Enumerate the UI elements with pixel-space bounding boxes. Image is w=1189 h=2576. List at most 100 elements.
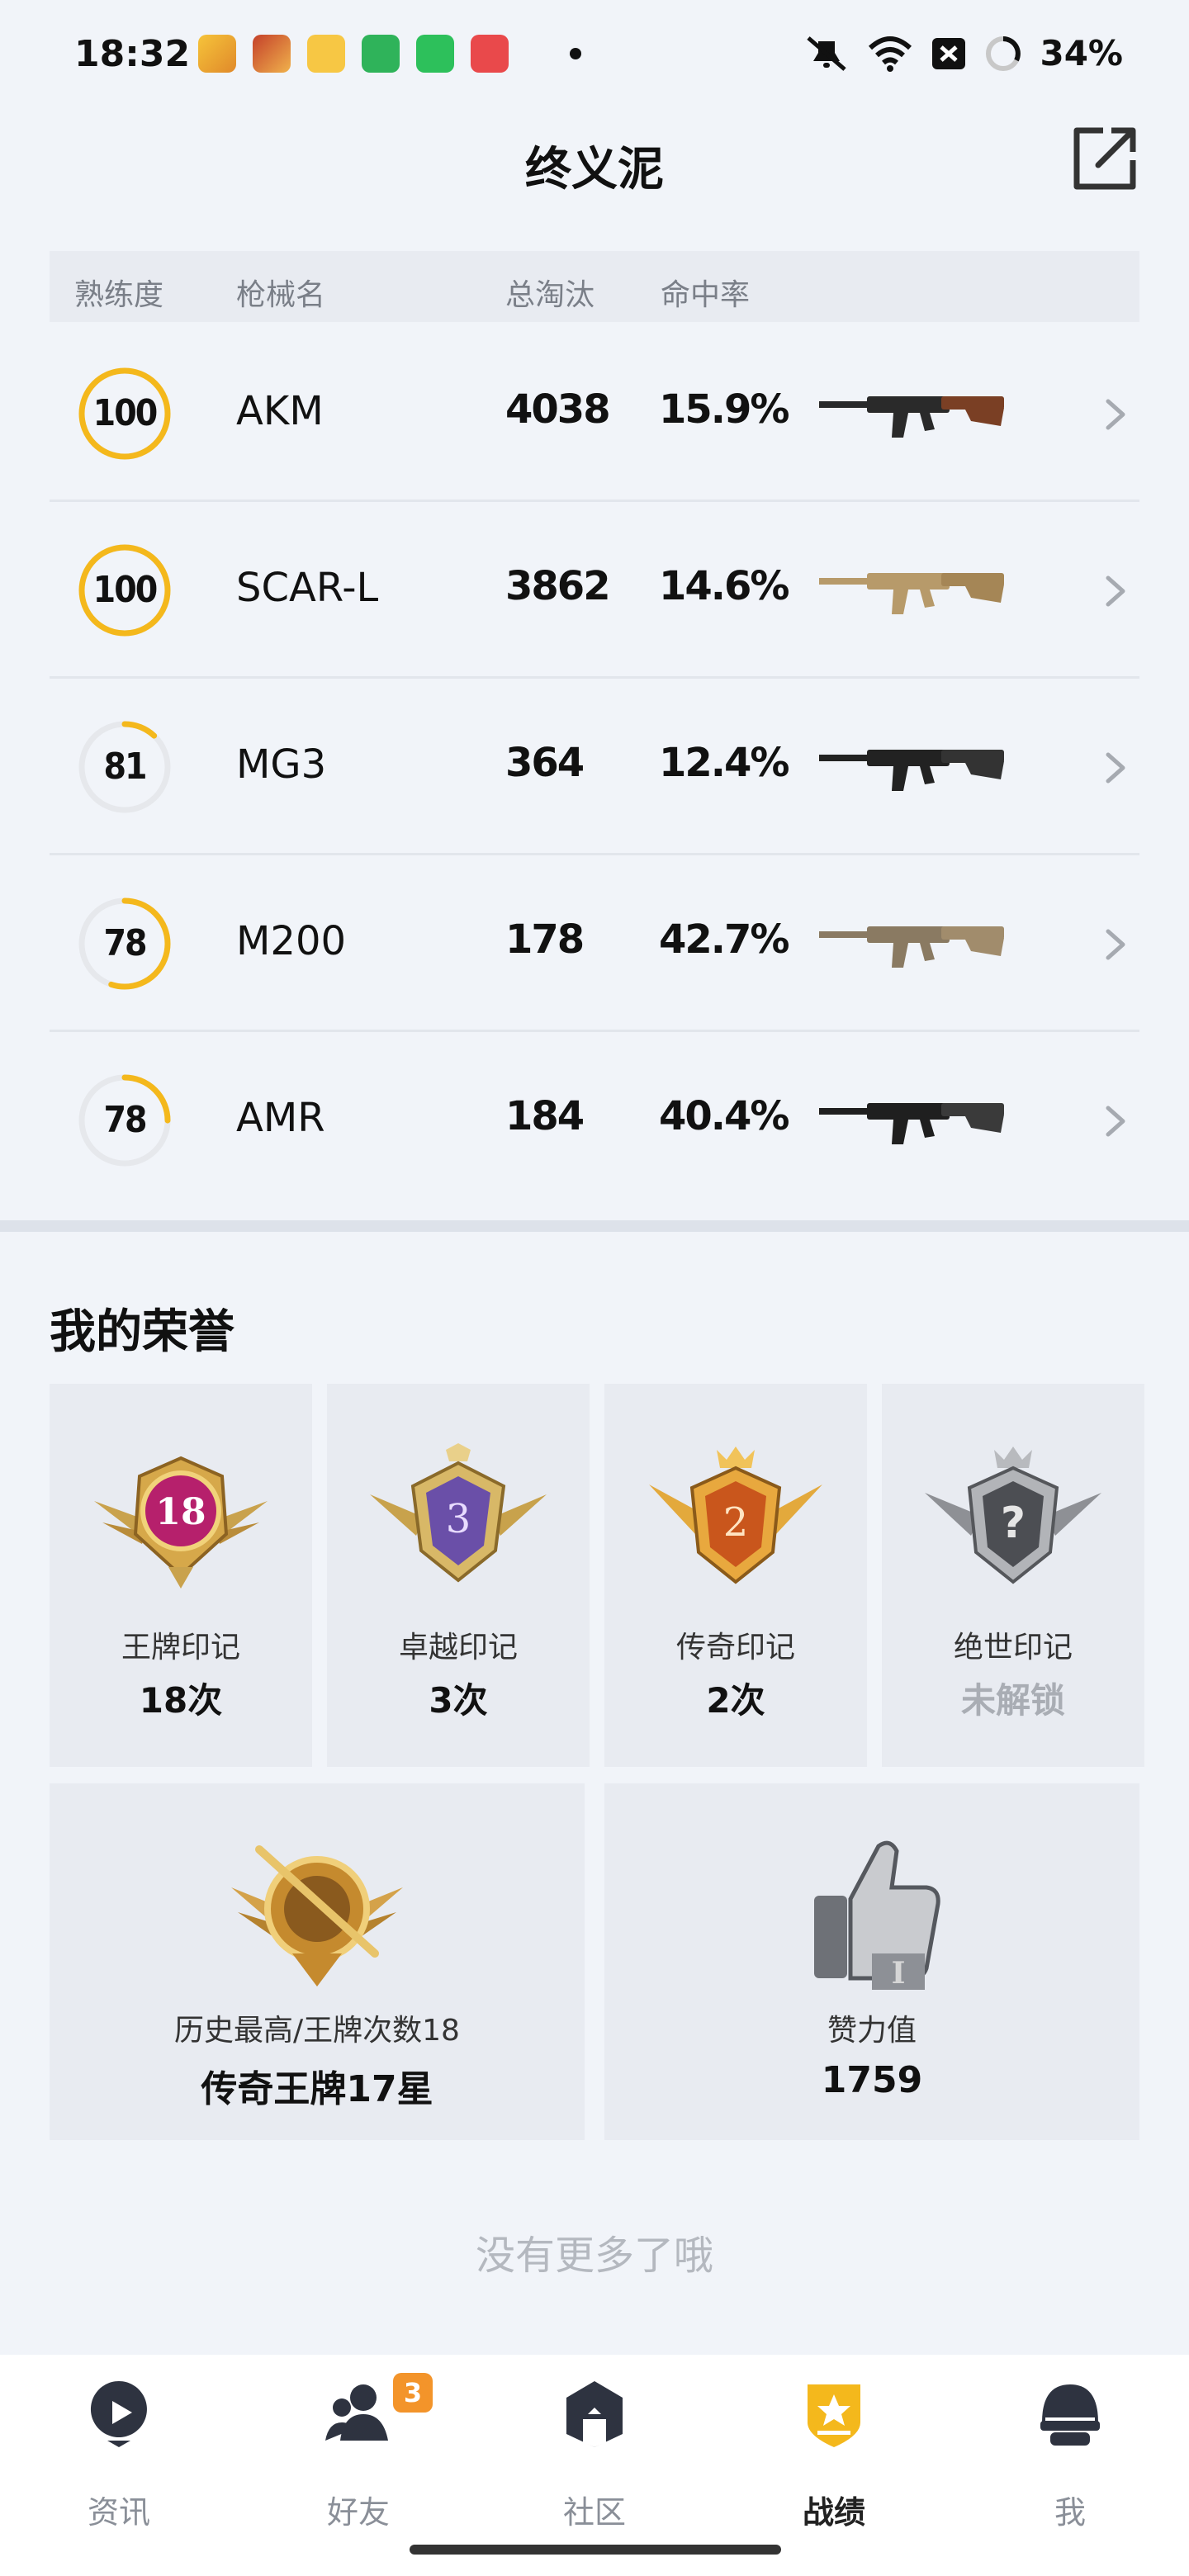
nav-label: 战绩 [802,2494,865,2531]
weapon-kills: 3862 [505,563,611,609]
likes-label: 赞力值 [827,2014,917,2048]
highest-tier-label: 历史最高/王牌次数18 [174,2014,460,2048]
no-sim-icon [932,37,966,69]
battery-icon [986,36,1021,71]
peerless-badge-icon: ? [925,1447,1101,1584]
proficiency-ring: 78 [73,1068,177,1172]
weapon-row[interactable]: 100 AKM 4038 15.9% [50,325,1139,502]
chevron-right-icon [1106,1106,1125,1137]
legend-ace-emblem-icon [231,1845,403,1986]
highest-tier-value: 传奇王牌17星 [201,2068,433,2110]
nav-label: 我 [1054,2494,1086,2531]
thumbs-up-icon: I [814,1840,940,1991]
excellence-badge-numeral: 3 [446,1496,471,1542]
weapon-name: AMR [236,1095,325,1141]
honor-count: 18次 [139,1680,223,1721]
proficiency-value: 100 [92,569,159,611]
weapon-kills: 178 [505,916,585,963]
ace-badge-numeral: 18 [155,1491,206,1533]
weapon-row[interactable]: 78 M200 178 42.7% [50,855,1139,1032]
weapon-hit-rate: 40.4% [659,1093,790,1139]
likes-value: 1759 [821,2059,923,2101]
highest-tier-card[interactable]: 历史最高/王牌次数18 传奇王牌17星 [50,1783,585,2140]
mute-icon [807,36,847,71]
nav-community[interactable]: 社区 [512,2376,677,2541]
nav-news[interactable]: 资讯 [36,2376,201,2541]
proficiency-value: 100 [92,392,159,434]
proficiency-value: 81 [103,746,147,788]
weapon-name: MG3 [236,741,327,788]
weapon-kills: 184 [505,1093,585,1139]
notification-icons [198,35,581,73]
nav-record[interactable]: 战绩 [751,2376,917,2541]
weapon-image [817,725,1007,807]
weapon-row[interactable]: 81 MG3 364 12.4% [50,679,1139,855]
status-time: 18:32 [74,33,191,75]
app-notification-icon [198,35,236,73]
honor-name: 传奇印记 [675,1631,795,1664]
svg-text:I: I [892,1956,906,1991]
nav-friends[interactable]: 3 好友 [276,2373,441,2541]
weapon-list: 100 AKM 4038 15.9% 100 SCAR-L 3862 14.6% 81 MG3 36… [50,325,1139,1209]
legend-badge-icon: 2 [649,1447,822,1584]
weapon-row[interactable]: 78 AMR 184 40.4% [50,1032,1139,1209]
oppo-notification-icon [362,35,400,73]
section-divider [0,1220,1189,1232]
proficiency-ring: 100 [73,538,177,642]
helmet-icon [1040,2384,1100,2446]
honor-count: 2次 [706,1680,765,1721]
weapon-hit-rate: 15.9% [659,386,790,433]
honor-count: 3次 [429,1680,488,1721]
weapon-image [817,1078,1007,1161]
video-notification-icon [471,35,509,73]
peerless-badge-numeral: ? [1001,1499,1026,1548]
column-weapon-name: 枪械名 [236,278,326,312]
battery-percentage: 34% [1040,33,1123,73]
honor-card-peerless[interactable]: ? 绝世印记 未解锁 [882,1384,1144,1767]
weapon-hit-rate: 14.6% [659,563,790,609]
record-shield-icon [808,2384,860,2447]
nav-label: 资讯 [87,2494,150,2531]
reader-notification-icon [307,35,345,73]
proficiency-ring: 78 [73,892,177,996]
weapon-name: SCAR-L [236,565,379,611]
weapon-kills: 364 [505,740,585,786]
share-icon [1073,127,1136,190]
proficiency-ring: 100 [73,362,177,466]
weapon-kills: 4038 [505,386,611,433]
column-total-kills: 总淘汰 [505,278,595,312]
nav-label: 好友 [326,2494,390,2531]
ace-badge-icon: 18 [94,1456,268,1589]
bottom-nav: 资讯 3 好友 社区 战绩 我 [0,2355,1189,2576]
proficiency-value: 78 [103,1099,147,1141]
weapon-name: M200 [236,918,347,964]
honor-badges: 18 王牌印记 18次 3 卓越印记 3次 2 传奇印记 2次 ? 绝世印记 未… [50,1384,1144,1767]
chevron-right-icon [1106,575,1125,607]
weapon-name: AKM [236,388,324,434]
nav-label: 社区 [562,2494,626,2531]
honor-card-excellence[interactable]: 3 卓越印记 3次 [327,1384,590,1767]
weapon-hit-rate: 42.7% [659,916,790,963]
column-hit-rate: 命中率 [661,278,751,312]
end-of-list-text: 没有更多了哦 [475,2233,713,2279]
honor-name: 卓越印记 [398,1631,518,1664]
weapon-image [817,548,1007,631]
legend-badge-numeral: 2 [723,1499,749,1546]
home-indicator [410,2545,781,2555]
friends-notification-badge: 3 [393,2373,433,2413]
proficiency-ring: 81 [73,715,177,819]
chevron-right-icon [1106,399,1125,430]
weapon-row[interactable]: 100 SCAR-L 3862 14.6% [50,502,1139,679]
honor-card-ace[interactable]: 18 王牌印记 18次 [50,1384,312,1767]
honor-name: 王牌印记 [121,1631,240,1664]
likes-card[interactable]: I 赞力值 1759 [604,1783,1139,2140]
nav-me[interactable]: 我 [988,2376,1153,2541]
honor-section-title: 我的荣誉 [50,1305,234,1359]
wifi-icon [869,36,912,72]
community-icon [566,2381,623,2447]
share-button[interactable] [1070,124,1139,193]
honor-card-legend[interactable]: 2 传奇印记 2次 [604,1384,867,1767]
column-proficiency: 熟练度 [74,278,164,312]
news-icon [90,2381,147,2447]
status-indicators: 34% [803,33,1123,73]
